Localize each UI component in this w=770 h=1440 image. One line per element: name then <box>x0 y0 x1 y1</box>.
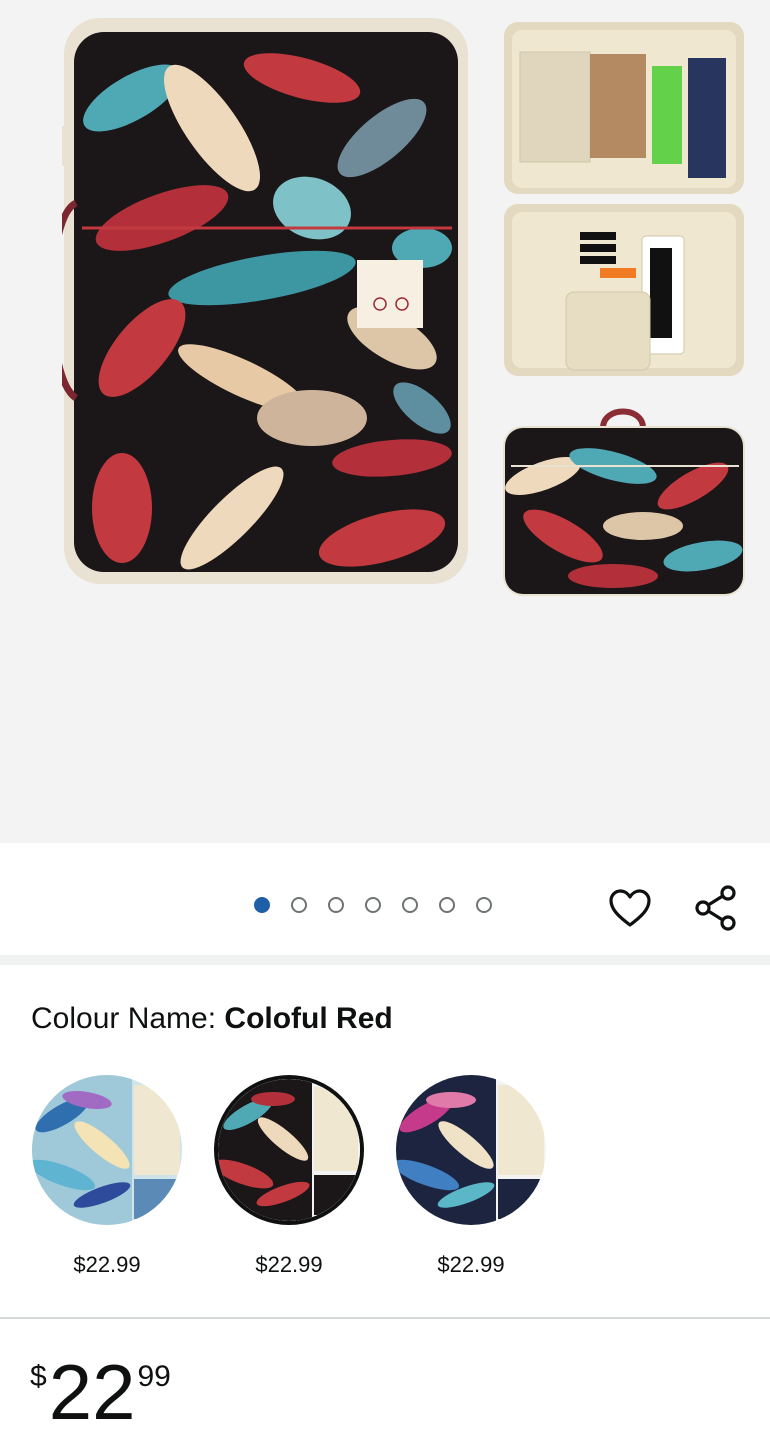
product-image-gallery[interactable] <box>0 0 770 843</box>
swatch-thumbnail <box>32 1075 182 1225</box>
swatch-price: $22.99 <box>437 1252 505 1277</box>
selected-colour-name: Coloful Red <box>224 1002 393 1035</box>
swatch-price: $22.99 <box>73 1252 141 1277</box>
product-price: $ 22 99 <box>30 1352 171 1432</box>
pager-dot[interactable] <box>328 897 344 913</box>
product-image-open-view[interactable] <box>504 22 744 376</box>
pager-dot[interactable] <box>365 897 381 913</box>
swatch-price: $22.99 <box>255 1252 323 1277</box>
section-divider <box>0 955 770 965</box>
share-button[interactable] <box>692 884 740 932</box>
colour-name-prefix: Colour Name: <box>31 1002 225 1035</box>
pager-dot[interactable] <box>291 897 307 913</box>
image-pager-dots[interactable] <box>254 897 492 917</box>
section-divider <box>0 1317 770 1319</box>
share-icon <box>695 885 736 931</box>
colour-swatch-red[interactable] <box>214 1075 364 1225</box>
swatch-thumbnail <box>396 1075 546 1225</box>
pager-dot[interactable] <box>476 897 492 913</box>
pager-dot[interactable] <box>254 897 270 913</box>
swatch-thumbnail <box>218 1079 360 1221</box>
price-currency-symbol: $ <box>30 1360 47 1393</box>
colour-swatch-blue[interactable] <box>32 1075 182 1225</box>
colour-name-label: Colour Name: Coloful Red <box>31 1002 393 1036</box>
pager-dot[interactable] <box>402 897 418 913</box>
price-whole: 22 <box>48 1348 136 1436</box>
product-image-side-view[interactable] <box>503 406 745 596</box>
product-image-main-bag[interactable] <box>62 18 468 584</box>
price-fraction: 99 <box>137 1360 171 1393</box>
colour-swatch-navy[interactable] <box>396 1075 546 1225</box>
pager-dot[interactable] <box>439 897 455 913</box>
add-to-wishlist-button[interactable] <box>606 884 654 932</box>
heart-icon <box>609 889 651 927</box>
